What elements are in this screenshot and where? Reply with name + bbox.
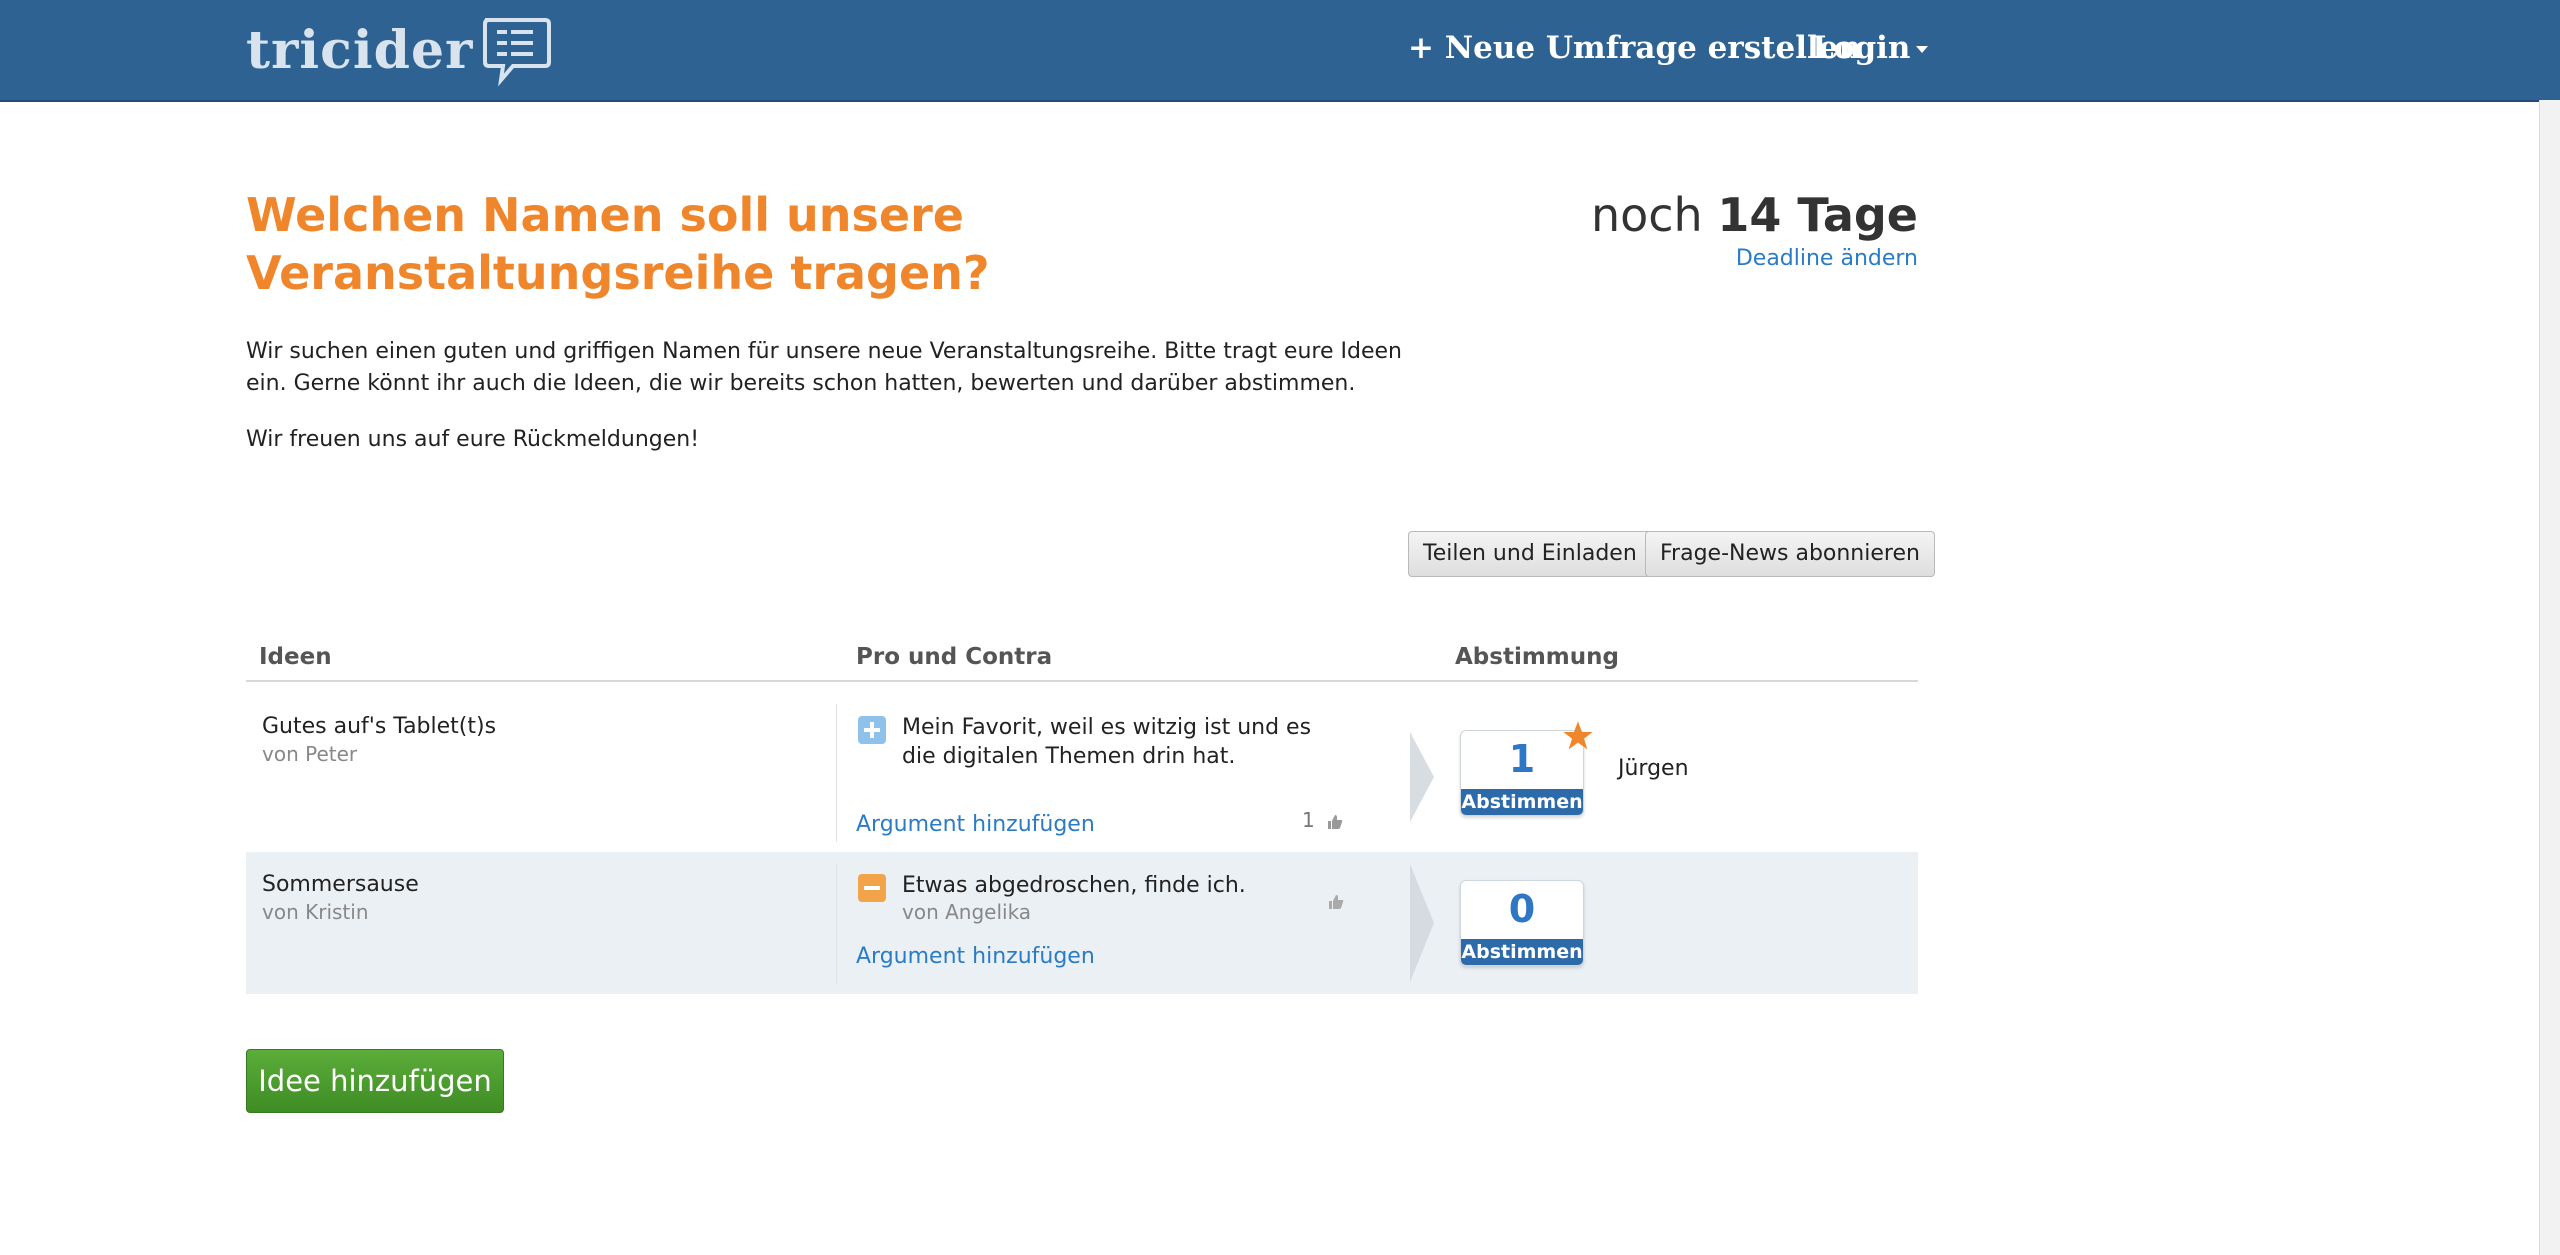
caret-down-icon xyxy=(1916,46,1929,53)
deadline-box: noch 14 Tage Deadline ändern xyxy=(1591,188,1918,271)
add-idea-button[interactable]: Idee hinzufügen xyxy=(246,1049,504,1113)
share-invite-button[interactable]: Teilen und Einladen xyxy=(1408,531,1652,577)
window-scrollbar[interactable] xyxy=(2539,100,2560,1255)
deadline-days: 14 Tage xyxy=(1717,188,1918,242)
argument-text: Mein Favorit, weil es witzig ist und es … xyxy=(902,715,1312,769)
idea-title: Gutes auf's Tablet(t)s xyxy=(262,714,497,739)
table-header: Ideen Pro und Contra Abstimmung xyxy=(246,640,1918,682)
argument-author: von Angelika xyxy=(902,900,1032,924)
chevron-right-icon xyxy=(1410,732,1434,822)
thumbs-up-icon xyxy=(1329,894,1344,909)
login-menu[interactable]: Login xyxy=(1812,30,1929,66)
like-count: 1 xyxy=(1302,808,1315,832)
column-divider xyxy=(836,864,837,984)
idea-title: Sommersause xyxy=(262,872,419,897)
header-ideas: Ideen xyxy=(259,644,332,670)
tricider-logo[interactable]: tricider xyxy=(246,10,553,90)
star-icon xyxy=(1563,721,1593,750)
vote-button[interactable]: Abstimmen xyxy=(1461,939,1583,965)
add-argument-link[interactable]: Argument hinzufügen xyxy=(856,812,1095,837)
subscribe-news-button[interactable]: Frage-News abonnieren xyxy=(1645,531,1935,577)
vote-count: 0 xyxy=(1508,887,1536,931)
like-control[interactable] xyxy=(1322,888,1344,912)
deadline-prefix: noch xyxy=(1590,188,1703,242)
description-paragraph: Wir freuen uns auf eure Rückmeldungen! xyxy=(246,427,700,452)
header-pro-contra: Pro und Contra xyxy=(856,644,1053,670)
speech-bubble-icon xyxy=(483,18,552,86)
create-poll-link[interactable]: + Neue Umfrage erstellen xyxy=(1408,30,1861,66)
minus-icon xyxy=(858,874,886,902)
voter-names: Jürgen xyxy=(1618,756,1689,781)
deadline-remaining: noch 14 Tage xyxy=(1591,188,1918,242)
question-title: Welchen Namen soll unsere Veranstaltungs… xyxy=(246,188,990,300)
thumbs-up-icon xyxy=(1328,814,1343,829)
description-paragraph: Wir suchen einen guten und griffigen Nam… xyxy=(246,339,1402,396)
vote-card[interactable]: 0 Abstimmen xyxy=(1460,880,1584,966)
column-divider xyxy=(836,704,837,842)
idea-author: von Kristin xyxy=(262,900,369,924)
vote-button[interactable]: Abstimmen xyxy=(1461,789,1583,815)
table-row: Sommersause von Kristin Etwas abgedrosch… xyxy=(246,852,1918,994)
login-label: Login xyxy=(1812,30,1911,66)
ideas-table: Ideen Pro und Contra Abstimmung Gutes au… xyxy=(246,640,1918,994)
plus-icon xyxy=(858,716,886,744)
question-description: Wir suchen einen guten und griffigen Nam… xyxy=(246,336,1446,456)
argument-text: Etwas abgedroschen, finde ich. xyxy=(902,873,1246,898)
add-argument-link[interactable]: Argument hinzufügen xyxy=(856,944,1095,969)
table-row: Gutes auf's Tablet(t)s von Peter Mein Fa… xyxy=(246,682,1918,852)
logo-text: tricider xyxy=(246,19,474,81)
header-vote: Abstimmung xyxy=(1455,644,1619,670)
chevron-right-icon xyxy=(1410,864,1434,982)
top-navigation-bar: tricider + Neue Umfrage erstellen Login xyxy=(0,0,2560,102)
idea-author: von Peter xyxy=(262,742,358,766)
like-control[interactable]: 1 xyxy=(1302,808,1343,832)
change-deadline-link[interactable]: Deadline ändern xyxy=(1591,246,1918,271)
